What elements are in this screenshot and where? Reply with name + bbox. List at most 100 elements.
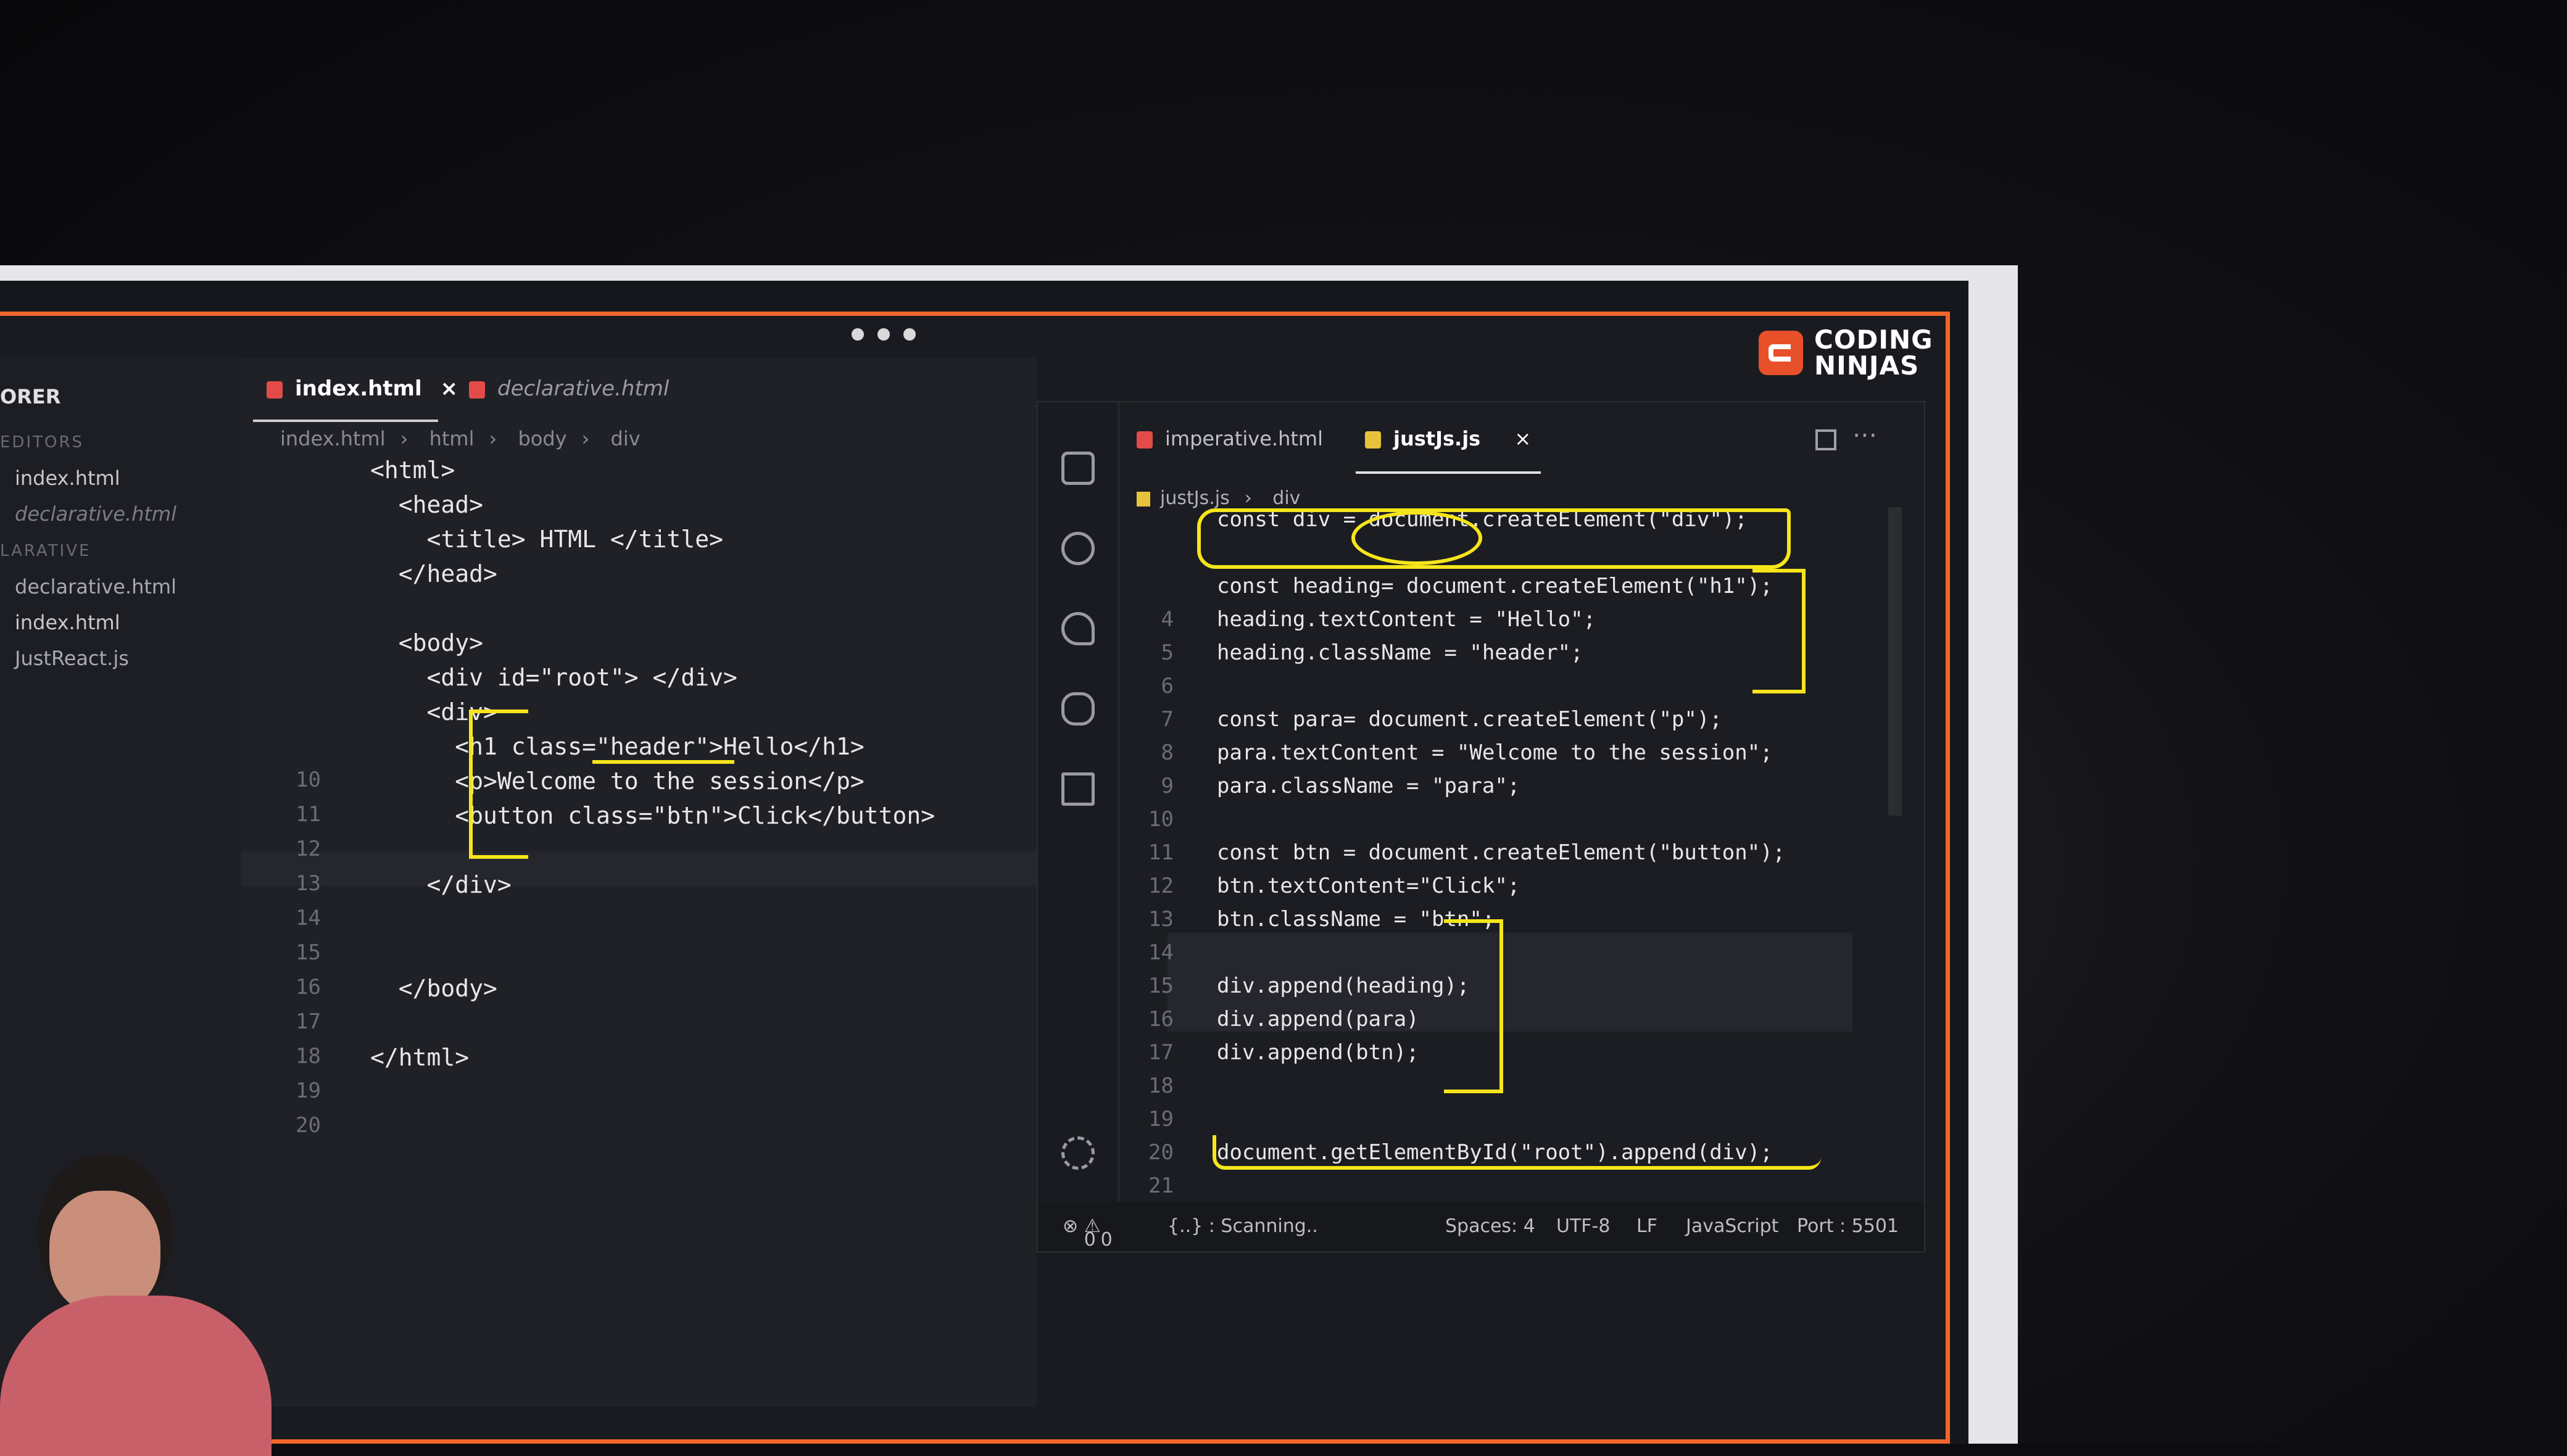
line-number: 16 [296,975,321,999]
close-icon[interactable]: × [441,376,458,401]
activity-bar [1038,402,1119,1251]
logo-line-2: NINJAS [1814,350,1920,381]
html-file-icon [469,381,485,399]
tab-declarative-html[interactable]: declarative.html [469,376,669,401]
breadcrumb-item[interactable]: div [1272,487,1300,509]
code-line[interactable]: const btn = document.createElement("butt… [1217,840,1785,865]
annotation-bracket-heading [1752,569,1806,693]
search-icon[interactable] [1061,532,1095,565]
annotation-bracket-append [1444,919,1503,1093]
line-number: 4 [1161,607,1174,632]
code-line[interactable]: </body> [370,975,497,1002]
status-bar: ⊗ 0 ⚠ 0 {..} : Scanning.. Spaces: 4 UTF-… [1038,1202,1924,1251]
logo-icon [1759,331,1803,375]
code-line[interactable]: const heading= document.createElement("h… [1217,574,1773,598]
line-number: 20 [296,1113,321,1138]
code-line[interactable]: btn.textContent="Click"; [1217,874,1520,898]
code-line[interactable]: div.append(btn); [1217,1040,1419,1065]
line-number: 16 [1148,1007,1174,1032]
line-number: 13 [1148,907,1174,932]
scrollbar[interactable] [1888,507,1902,816]
more-actions-icon[interactable]: ⋯ [1852,421,1877,449]
line-number: 14 [296,906,321,930]
line-number: 11 [296,802,321,827]
line-number: 14 [1148,940,1174,965]
eol-status[interactable]: LF [1636,1215,1657,1237]
close-icon[interactable]: × [1514,427,1531,450]
code-line[interactable]: <body> [370,629,483,656]
annotation-bracket-div [469,709,528,859]
line-number: 6 [1161,674,1174,698]
indentation-status[interactable]: Spaces: 4 [1445,1215,1535,1237]
code-line[interactable]: </head> [370,560,497,587]
line-number: 5 [1161,640,1174,665]
html-file-icon [1137,431,1153,449]
breadcrumb-item[interactable]: html [429,427,475,450]
open-editor-item[interactable]: index.html [15,466,120,490]
annotation-underline-class [592,754,734,764]
left-tab-bar: index.html × declarative.html [241,358,1037,422]
line-number: 15 [1148,974,1174,998]
settings-gear-icon[interactable] [1061,1136,1095,1170]
code-line[interactable]: <div id="root"> </div> [370,664,737,691]
coding-ninjas-logo: CODING NINJAS [1759,327,1933,379]
line-number: 11 [1148,840,1174,865]
annotation-underline-line1 [1197,508,1791,569]
file-item[interactable]: index.html [15,611,120,634]
line-number: 17 [296,1009,321,1034]
line-number: 12 [296,837,321,861]
code-line[interactable]: <button class="btn">Click</button> [370,802,935,829]
breadcrumb: justJs.js › div [1137,487,1315,509]
tab-justjs-js[interactable]: justJs.js × [1365,427,1531,450]
line-number: 17 [1148,1040,1174,1065]
line-number: 10 [296,767,321,792]
breadcrumb-item[interactable]: index.html [280,427,386,450]
tab-index-html[interactable]: index.html × [267,376,458,401]
scanning-status: {..} : Scanning.. [1167,1215,1318,1237]
breadcrumb-item[interactable]: body [518,427,566,450]
window-dots [852,328,916,341]
line-number: 19 [1148,1107,1174,1131]
line-number: 19 [296,1078,321,1103]
explorer-icon[interactable] [1061,452,1095,485]
tab-imperative-html[interactable]: imperative.html [1137,427,1323,450]
code-line[interactable]: </div> [370,871,512,898]
code-line[interactable]: para.textContent = "Welcome to the sessi… [1217,740,1773,765]
encoding-status[interactable]: UTF-8 [1556,1215,1610,1237]
line-number: 15 [296,940,321,965]
file-item[interactable]: declarative.html [15,575,176,598]
source-control-icon[interactable] [1061,612,1095,645]
line-number: 18 [1148,1073,1174,1098]
open-editors-header[interactable]: EDITORS [0,433,84,452]
breadcrumb-item[interactable]: justJs.js [1160,487,1230,509]
code-line[interactable]: para.className = "para"; [1217,774,1520,798]
language-status[interactable]: JavaScript [1686,1215,1778,1237]
annotation-circle-document [1351,511,1482,565]
code-line[interactable]: heading.className = "header"; [1217,640,1583,665]
line-number: 20 [1148,1140,1174,1165]
html-file-icon [267,381,283,399]
code-line[interactable]: <p>Welcome to the session</p> [370,767,864,795]
debug-icon[interactable] [1061,692,1095,726]
split-editor-icon[interactable] [1815,429,1836,450]
active-tab-indicator [253,420,438,422]
breadcrumb-item[interactable]: div [611,427,641,450]
folder-header[interactable]: LARATIVE [0,542,91,560]
problems-indicator[interactable]: ⊗ 0 ⚠ 0 [1063,1215,1113,1251]
code-line[interactable]: heading.textContent = "Hello"; [1217,607,1596,632]
code-line[interactable]: const para= document.createElement("p"); [1217,707,1722,732]
code-line[interactable]: </html> [370,1044,469,1071]
current-line-highlight [241,851,1037,886]
code-line[interactable]: <title> HTML </title> [370,526,723,553]
code-line[interactable]: <html> [370,457,455,484]
breadcrumb: index.html › html › body › div [280,427,641,450]
live-server-port[interactable]: Port : 5501 [1797,1215,1899,1237]
extensions-icon[interactable] [1061,772,1095,806]
code-line[interactable]: <head> [370,491,483,518]
line-number: 10 [1148,807,1174,832]
open-editor-item[interactable]: declarative.html [15,502,176,526]
code-line[interactable]: div.append(para) [1217,1007,1419,1032]
file-item[interactable]: JustReact.js [15,647,129,670]
code-line[interactable]: div.append(heading); [1217,974,1469,998]
line-number: 13 [296,871,321,896]
